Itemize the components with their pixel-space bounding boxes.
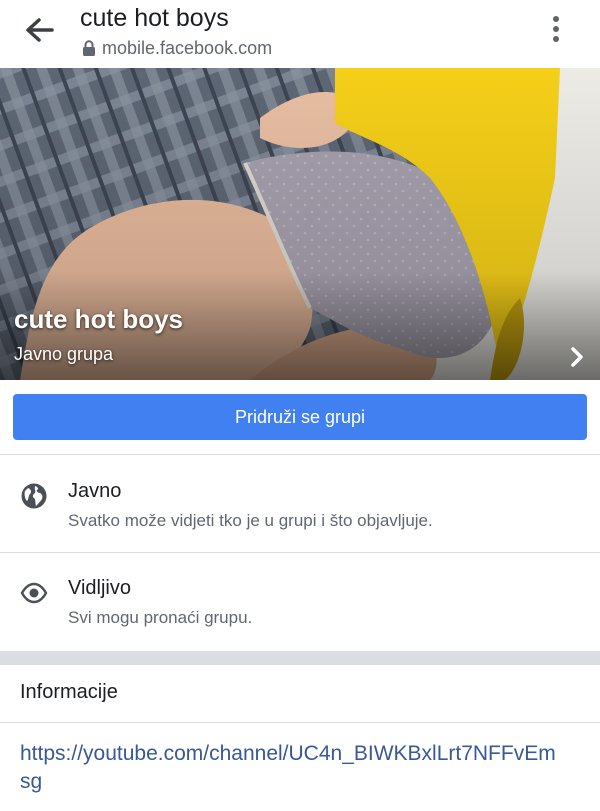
join-group-button[interactable]: Pridruži se grupi xyxy=(13,394,587,440)
lock-icon xyxy=(83,40,95,56)
privacy-title: Javno xyxy=(68,480,122,502)
visibility-description: Svi mogu pronaći grupu. xyxy=(68,608,253,627)
join-section: Pridruži se grupi xyxy=(0,380,600,455)
privacy-description: Svatko može vidjeti tko je u grupi i što… xyxy=(68,511,433,530)
more-vertical-icon[interactable] xyxy=(548,14,564,44)
eye-icon xyxy=(20,582,48,604)
group-name: cute hot boys xyxy=(14,304,184,334)
visibility-row: Vidljivo Svi mogu pronaći grupu. xyxy=(0,553,600,651)
privacy-row: Javno Svatko može vidjeti tko je u grupi… xyxy=(0,455,600,553)
url-bar[interactable]: mobile.facebook.com xyxy=(82,37,272,59)
chevron-right-icon[interactable] xyxy=(568,346,586,368)
url-text: mobile.facebook.com xyxy=(102,37,273,58)
page-title: cute hot boys xyxy=(80,4,229,32)
info-link[interactable]: https://youtube.com/channel/UC4n_BIWKBxl… xyxy=(20,740,560,796)
browser-top-bar: cute hot boys mobile.facebook.com xyxy=(0,0,600,68)
group-type: Javno grupa xyxy=(14,344,114,364)
back-arrow-icon[interactable] xyxy=(22,14,58,46)
section-divider xyxy=(0,651,600,665)
info-header: Informacije xyxy=(0,665,600,723)
info-heading: Informacije xyxy=(20,681,118,703)
group-cover[interactable]: cute hot boys Javno grupa xyxy=(0,68,600,380)
visibility-title: Vidljivo xyxy=(68,577,131,599)
globe-icon xyxy=(21,483,47,509)
